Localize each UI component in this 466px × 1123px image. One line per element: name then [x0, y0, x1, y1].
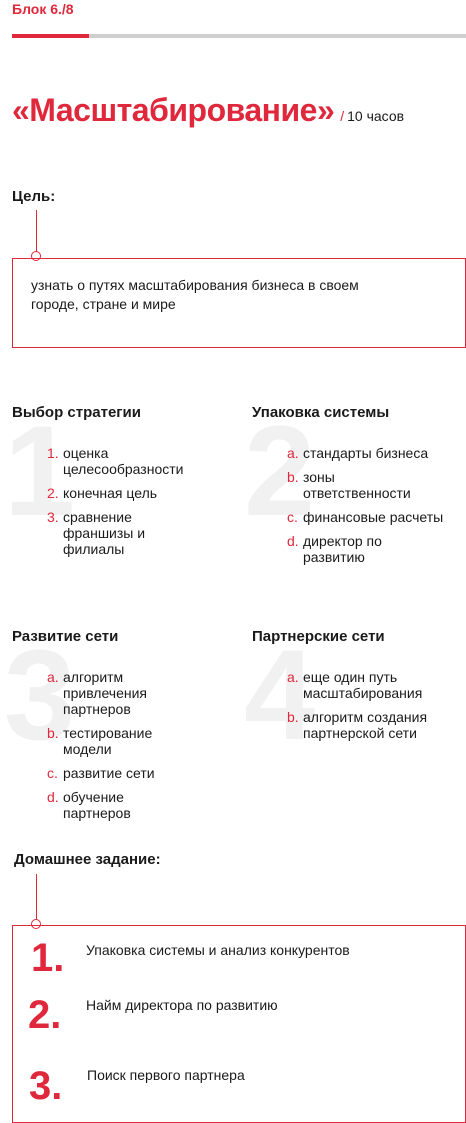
homework-connector-line — [36, 874, 37, 920]
list-item: 1. оценка целесообразности — [47, 445, 184, 477]
goal-text: узнать о путях масштабирования бизнеса в… — [31, 276, 451, 314]
homework-item-1: Упаковка системы и анализ конкурентов — [86, 942, 350, 958]
goal-connector-line — [36, 210, 37, 252]
homework-number-1: 1. — [31, 936, 65, 980]
homework-item-2: Найм директора по развитию — [86, 997, 278, 1013]
section-4-title: Партнерские сети — [252, 628, 385, 645]
goal-text-line-1: узнать о путях масштабирования бизнеса в… — [31, 277, 359, 293]
section-1-list: 1. оценка целесообразности 2. конечная цель… — [47, 445, 237, 565]
hours-label: 10 часов — [347, 108, 405, 124]
section-4-list: a. еще один путь масштабирования b. алгорит… — [287, 669, 465, 749]
list-item: c. развитие сети — [47, 765, 155, 781]
list-item: b. алгоритм создания партнерской сети — [287, 709, 428, 741]
list-item: 2. конечная цель — [47, 485, 158, 501]
list-item: a. еще один путь масштабирования — [287, 669, 423, 701]
list-item: a. алгоритм привлечения партнеров — [47, 669, 148, 717]
list-item: 3. сравнение франшизы и филиалы — [47, 509, 146, 557]
list-item: c. финансовые расчеты — [287, 509, 444, 525]
section-2-title: Упаковка системы — [252, 404, 390, 421]
section-3-list: a. алгоритм привлечения партнеров b. тестиро… — [47, 669, 237, 829]
homework-item-3: Поиск первого партнера — [87, 1067, 245, 1083]
section-2-list: a. стандарты бизнеса b. зоны ответственност… — [287, 445, 465, 573]
progress-bar — [12, 34, 466, 38]
homework-number-2: 2. — [28, 993, 62, 1037]
list-item: b. зоны ответственности — [287, 469, 411, 501]
hours-separator: / — [340, 108, 345, 124]
homework-label: Домашнее задание: — [14, 851, 161, 868]
list-item: d. обучение партнеров — [47, 789, 131, 821]
block-label: Блок 6./8 — [12, 1, 74, 17]
page-title: «Масштабирование» — [12, 92, 335, 128]
list-item: d. директор по развитию — [287, 533, 382, 565]
homework-number-3: 3. — [29, 1064, 63, 1108]
progress-fill — [12, 34, 90, 38]
goal-text-line-2: городе, стране и мире — [31, 296, 176, 312]
list-item: a. стандарты бизнеса — [287, 445, 429, 461]
list-item: b. тестирование модели — [47, 725, 153, 757]
section-3-title: Развитие сети — [12, 628, 119, 645]
goal-label: Цель: — [12, 188, 56, 205]
title-row: «Масштабирование» /10 часов — [12, 92, 404, 129]
section-1-title: Выбор стратегии — [12, 404, 141, 421]
